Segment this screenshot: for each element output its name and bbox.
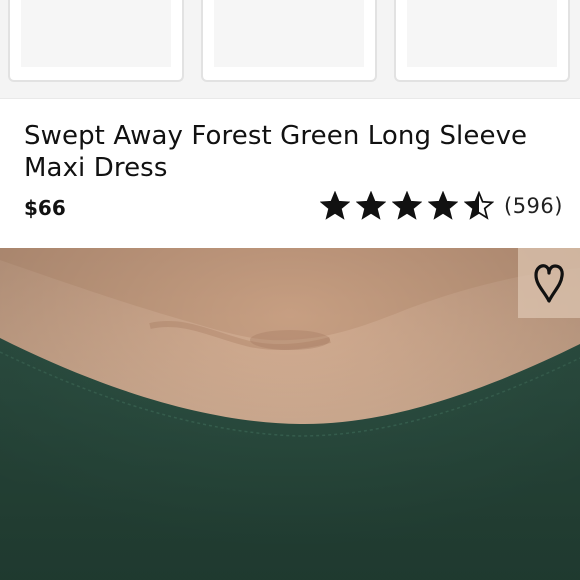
star-full-icon — [428, 191, 458, 220]
product-price: $66 — [24, 196, 66, 220]
review-count[interactable]: (596) — [504, 194, 563, 218]
star-full-icon — [392, 191, 422, 220]
star-full-icon — [356, 191, 386, 220]
thumbnail-strip — [0, 0, 580, 98]
product-title: Swept Away Forest Green Long Sleeve Maxi… — [24, 121, 528, 183]
product-photo-image — [0, 248, 580, 580]
star-rating — [320, 191, 500, 221]
star-half-icon — [464, 191, 494, 220]
heart-outline-icon — [534, 264, 564, 303]
thumbnail-1[interactable] — [8, 0, 184, 82]
divider — [0, 98, 580, 99]
thumbnail-3[interactable] — [394, 0, 570, 82]
star-full-icon — [320, 191, 350, 220]
product-photo — [0, 248, 580, 580]
rating[interactable]: (596) — [320, 190, 563, 222]
favorite-button[interactable] — [518, 248, 580, 318]
thumbnail-2[interactable] — [201, 0, 377, 82]
